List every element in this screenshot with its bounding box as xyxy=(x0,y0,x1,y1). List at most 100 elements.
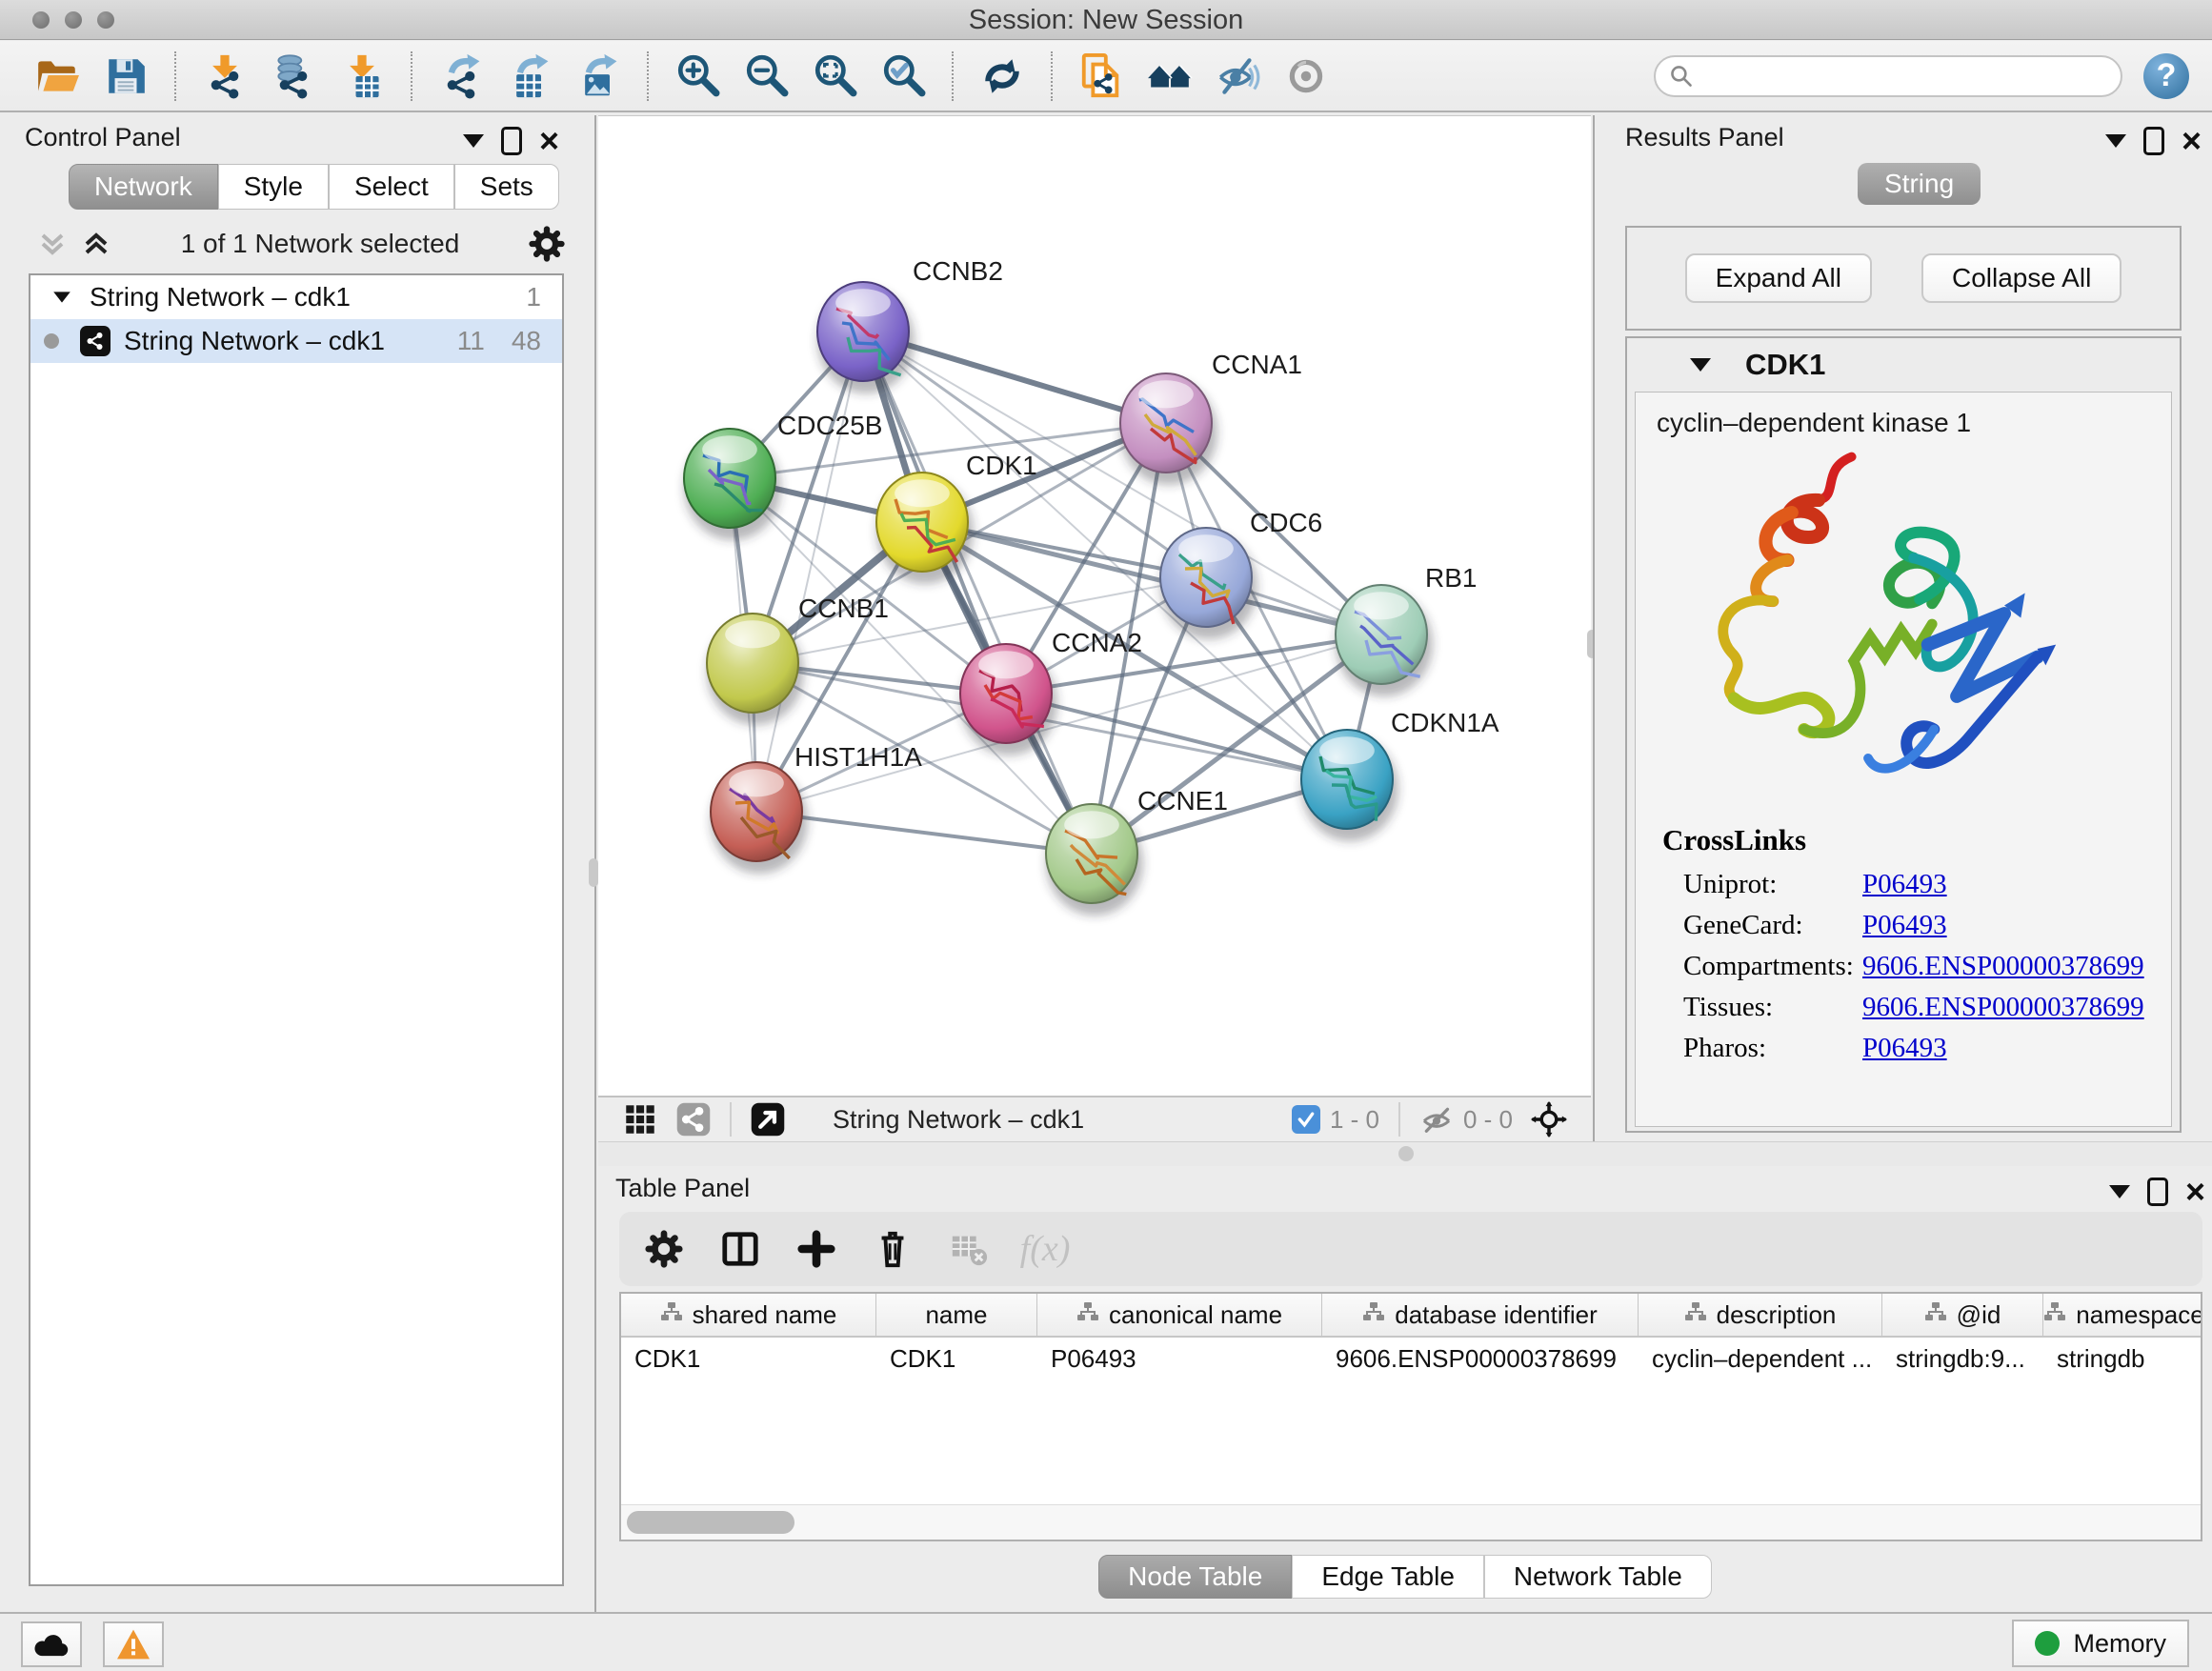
collapse-all-button[interactable]: Collapse All xyxy=(1921,253,2122,303)
panel-float-icon[interactable] xyxy=(501,127,522,155)
network-edge[interactable] xyxy=(756,332,863,812)
network-node-CDC6[interactable]: CDC6 xyxy=(1160,508,1322,639)
tab-style[interactable]: Style xyxy=(218,164,329,210)
table-cell[interactable]: 9606.ENSP00000378699 xyxy=(1322,1338,1639,1379)
network-node-CCNB2[interactable]: CCNB2 xyxy=(817,256,1003,393)
network-node-CCNA1[interactable]: CCNA1 xyxy=(1120,350,1302,485)
open-file-icon[interactable] xyxy=(32,51,82,101)
zoom-selected-icon[interactable] xyxy=(878,51,928,101)
network-row[interactable]: String Network – cdk1 11 48 xyxy=(30,319,562,363)
panel-close-icon[interactable]: × xyxy=(2182,130,2202,152)
birdseye-view-icon[interactable] xyxy=(749,1100,787,1138)
memory-button[interactable]: Memory xyxy=(2012,1620,2189,1667)
column-header-namespace[interactable]: namespace xyxy=(2043,1294,2202,1336)
network-edge[interactable] xyxy=(863,332,1092,854)
network-node-CCNE1[interactable]: CCNE1 xyxy=(1046,786,1228,916)
network-collection-row[interactable]: String Network – cdk1 1 xyxy=(30,275,562,319)
panel-float-icon[interactable] xyxy=(2143,127,2164,155)
import-table-icon[interactable] xyxy=(337,51,387,101)
column-header-shared-name[interactable]: shared name xyxy=(621,1294,876,1336)
horizontal-splitter[interactable] xyxy=(598,1141,2212,1167)
refresh-icon[interactable] xyxy=(977,51,1027,101)
gene-collapse-icon[interactable] xyxy=(1690,358,1711,372)
left-splitter-handle[interactable] xyxy=(589,858,598,887)
help-button[interactable]: ? xyxy=(2143,53,2189,99)
panel-menu-icon[interactable] xyxy=(463,134,484,148)
zoom-out-icon[interactable] xyxy=(741,51,791,101)
table-row[interactable]: CDK1CDK1P064939606.ENSP00000378699cyclin… xyxy=(621,1338,2201,1379)
scrollbar-thumb[interactable] xyxy=(627,1511,794,1534)
column-header-canonical-name[interactable]: canonical name xyxy=(1037,1294,1322,1336)
tab-network[interactable]: Network xyxy=(69,164,218,210)
warning-button[interactable] xyxy=(103,1621,164,1667)
crosslink-link[interactable]: 9606.ENSP00000378699 xyxy=(1862,951,2144,982)
panel-menu-icon[interactable] xyxy=(2109,1185,2130,1198)
window-minimize-button[interactable] xyxy=(65,11,82,29)
export-table-icon[interactable] xyxy=(505,51,554,101)
splitter-handle[interactable] xyxy=(1398,1146,1414,1161)
window-zoom-button[interactable] xyxy=(97,11,114,29)
tab-edge-table[interactable]: Edge Table xyxy=(1292,1555,1484,1599)
tab-sets[interactable]: Sets xyxy=(454,164,559,210)
panel-menu-icon[interactable] xyxy=(2105,134,2126,148)
network-node-RB1[interactable]: RB1 xyxy=(1336,563,1477,696)
import-database-icon[interactable] xyxy=(269,51,318,101)
show-eye-icon[interactable] xyxy=(1282,51,1332,101)
collapse-all-icon[interactable] xyxy=(36,228,69,260)
selected-checkbox-icon[interactable] xyxy=(1292,1105,1320,1134)
table-cell[interactable]: cyclin–dependent ... xyxy=(1639,1338,1882,1379)
cloud-button[interactable] xyxy=(21,1621,82,1667)
network-options-gear-icon[interactable] xyxy=(528,225,566,263)
panel-close-icon[interactable]: × xyxy=(2185,1180,2205,1203)
hidden-eye-icon[interactable] xyxy=(1419,1102,1454,1137)
expand-all-icon[interactable] xyxy=(80,228,112,260)
fit-selected-crosshair-icon[interactable] xyxy=(1530,1100,1568,1138)
crosslink-link[interactable]: P06493 xyxy=(1862,910,1947,941)
add-column-icon[interactable] xyxy=(794,1227,838,1271)
tab-node-table[interactable]: Node Table xyxy=(1098,1555,1292,1599)
network-node-CDK1[interactable]: CDK1 xyxy=(876,451,1037,584)
column-header--id[interactable]: @id xyxy=(1882,1294,2043,1336)
export-network-icon[interactable] xyxy=(436,51,486,101)
table-cell[interactable]: CDK1 xyxy=(621,1338,876,1379)
column-header-name[interactable]: name xyxy=(876,1294,1037,1336)
gene-header-row[interactable]: CDK1 xyxy=(1627,338,2180,392)
homes-icon[interactable] xyxy=(1145,51,1195,101)
tab-network-table[interactable]: Network Table xyxy=(1484,1555,1712,1599)
import-network-icon[interactable] xyxy=(200,51,250,101)
column-header-description[interactable]: description xyxy=(1639,1294,1882,1336)
panel-float-icon[interactable] xyxy=(2147,1178,2168,1206)
tab-select[interactable]: Select xyxy=(329,164,454,210)
network-canvas[interactable]: CCNB2CCNA1CDC25BCDK1CDC6RB1CCNB1CCNA2CDK… xyxy=(598,115,1591,1097)
expand-all-button[interactable]: Expand All xyxy=(1685,253,1872,303)
zoom-in-icon[interactable] xyxy=(673,51,722,101)
column-header-database-identifier[interactable]: database identifier xyxy=(1322,1294,1639,1336)
panel-close-icon[interactable]: × xyxy=(539,130,559,152)
table-cell[interactable]: stringdb xyxy=(2043,1338,2202,1379)
delete-column-icon[interactable] xyxy=(871,1227,915,1271)
crosslink-link[interactable]: P06493 xyxy=(1862,869,1947,900)
share-view-icon[interactable] xyxy=(674,1100,713,1138)
settings-icon[interactable] xyxy=(642,1227,686,1271)
zoom-fit-icon[interactable] xyxy=(810,51,859,101)
share-document-icon[interactable] xyxy=(1076,51,1126,101)
hide-eye-icon[interactable] xyxy=(1214,51,1263,101)
network-node-HIST1H1A[interactable]: HIST1H1A xyxy=(711,742,922,874)
network-node-CDKN1A[interactable]: CDKN1A xyxy=(1301,708,1499,841)
network-node-CCNB1[interactable]: CCNB1 xyxy=(707,594,889,725)
string-results-tab[interactable]: String xyxy=(1858,163,1981,205)
export-image-icon[interactable] xyxy=(573,51,623,101)
tree-expand-icon[interactable] xyxy=(53,292,70,302)
table-cell[interactable]: CDK1 xyxy=(876,1338,1037,1379)
table-cell[interactable]: stringdb:9... xyxy=(1882,1338,2043,1379)
horizontal-scrollbar[interactable] xyxy=(621,1504,2201,1540)
table-cell[interactable]: P06493 xyxy=(1037,1338,1322,1379)
window-close-button[interactable] xyxy=(32,11,50,29)
save-icon[interactable] xyxy=(101,51,151,101)
split-columns-icon[interactable] xyxy=(718,1227,762,1271)
grid-view-icon[interactable] xyxy=(621,1100,659,1138)
crosslink-link[interactable]: 9606.ENSP00000378699 xyxy=(1862,992,2144,1023)
network-graph[interactable]: CCNB2CCNA1CDC25BCDK1CDC6RB1CCNB1CCNA2CDK… xyxy=(598,116,1591,1097)
search-box[interactable] xyxy=(1654,55,2122,97)
search-input[interactable] xyxy=(1701,60,2107,91)
